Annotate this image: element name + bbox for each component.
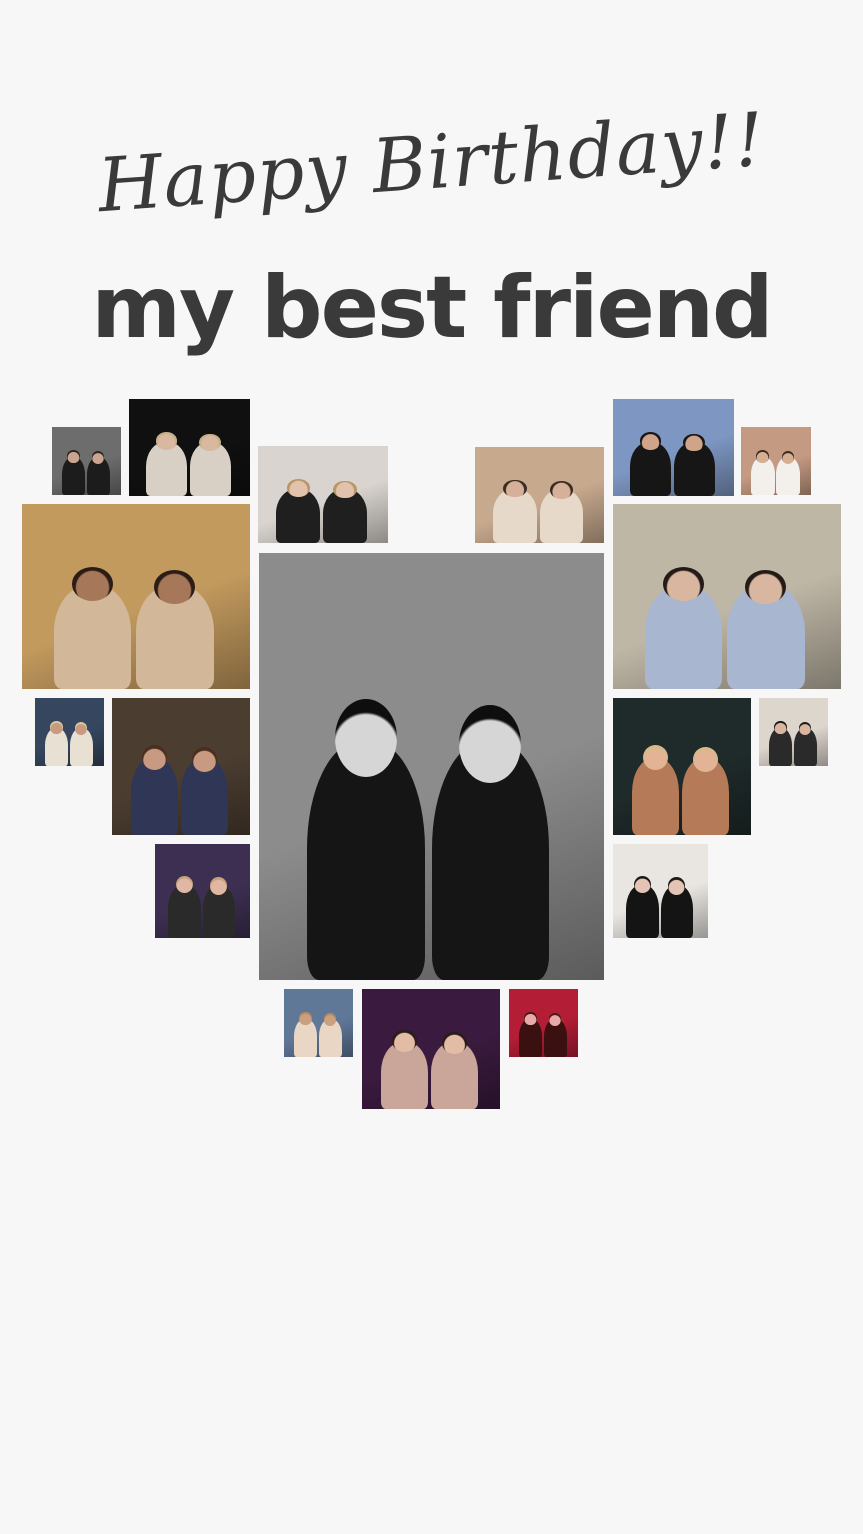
photo-subjects <box>613 428 734 496</box>
photo-night-street-hug[interactable] <box>112 698 250 835</box>
photo-club-stage[interactable] <box>362 989 500 1109</box>
photo-cake[interactable] <box>475 447 604 543</box>
happy-birthday-script-title: Happy Birthday!! <box>95 96 768 230</box>
photo-subjects <box>475 476 604 543</box>
photo-subjects <box>613 739 751 835</box>
photo-subjects <box>362 1025 500 1109</box>
photo-red-party[interactable] <box>509 989 578 1057</box>
photo-sunset-city[interactable] <box>613 399 734 496</box>
photo-top-left-small[interactable] <box>52 427 121 495</box>
photo-white-wall[interactable] <box>759 698 828 766</box>
photo-subjects <box>129 428 250 496</box>
photo-night-blondes[interactable] <box>129 399 250 496</box>
photo-subjects <box>35 718 104 766</box>
photo-smiling-duo[interactable] <box>613 844 708 938</box>
photo-subjects <box>259 681 604 980</box>
photo-subjects <box>52 447 121 495</box>
photo-sunglasses[interactable] <box>35 698 104 766</box>
photo-subjects <box>155 872 250 938</box>
photo-subjects <box>284 1009 353 1057</box>
photo-cafe-terrace[interactable] <box>613 504 841 689</box>
photo-subjects <box>509 1009 578 1057</box>
photo-subjects <box>112 739 250 835</box>
photo-two-girls-indoor[interactable] <box>258 446 388 543</box>
photo-subjects <box>22 560 250 689</box>
photo-subjects <box>613 872 708 938</box>
my-best-friend-title: my best friend <box>91 258 773 358</box>
photo-golden-hour[interactable] <box>613 698 751 835</box>
photo-concert-lights[interactable] <box>155 844 250 938</box>
photo-subjects <box>759 718 828 766</box>
photo-subjects <box>741 447 811 495</box>
photo-sunset-hills[interactable] <box>741 427 811 495</box>
photo-subjects <box>613 560 841 689</box>
photo-hug-mall[interactable] <box>22 504 250 689</box>
photo-center-selfie[interactable] <box>259 553 604 980</box>
photo-subjects <box>258 475 388 543</box>
photo-rooftop-pool[interactable] <box>284 989 353 1057</box>
